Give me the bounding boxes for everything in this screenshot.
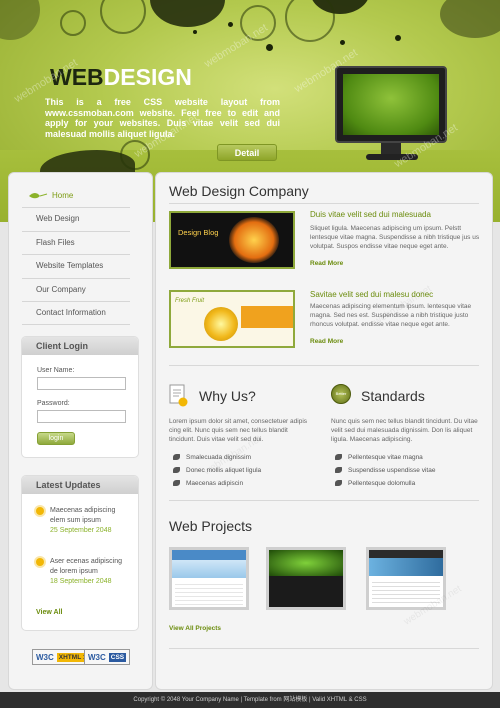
thumbnail-glow: [229, 217, 279, 263]
thumbnail-title: Design Blog: [178, 228, 219, 237]
update-text: Maecenas adipiscing elem sum ipsum: [50, 507, 116, 524]
dot-decoration: [228, 22, 233, 27]
username-field[interactable]: [37, 377, 126, 390]
project-header: [369, 550, 443, 558]
project-thumbnail[interactable]: [366, 547, 446, 610]
nav-item-contact[interactable]: Contact Information: [22, 302, 130, 326]
css-badge[interactable]: W3C CSS: [84, 649, 131, 665]
post-title[interactable]: Duis vitae velit sed dui malesuada: [310, 210, 431, 219]
password-label: Password:: [37, 400, 70, 407]
monitor-screen: [343, 74, 439, 135]
list-item: Maecenas adipiscin: [173, 477, 261, 490]
dot-decoration: [266, 44, 273, 51]
client-login-box: Client Login User Name: Password: login: [21, 336, 139, 458]
title-divider: [169, 203, 479, 204]
section-divider: [169, 365, 479, 366]
post-excerpt: Sliquet ligula. Maecenas adipiscing um i…: [310, 225, 480, 250]
project-header: [172, 550, 246, 560]
dot-decoration: [395, 35, 401, 41]
read-more-link[interactable]: Read More: [310, 338, 343, 345]
swirl-decoration: [60, 10, 86, 36]
project-thumbnail[interactable]: [169, 547, 249, 610]
why-us-list: Smalecuada dignissim Donec mollis alique…: [173, 451, 261, 490]
update-item[interactable]: Aser ecenas adipiscing de lorem ipsum 18…: [36, 557, 131, 587]
monitor-illustration: [335, 66, 447, 143]
username-label: User Name:: [37, 367, 75, 374]
list-item: Pellentesque vitae magna: [335, 451, 435, 464]
logo-part-2: DESIGN: [103, 64, 192, 90]
why-us-title: Why Us?: [199, 388, 256, 404]
update-text: Aser ecenas adipiscing de lorem ipsum: [50, 558, 122, 575]
standards-text: Nunc quis sem nec tellus blandit tincidu…: [331, 418, 478, 443]
intro-text: This is a free CSS website layout from w…: [45, 97, 280, 139]
nav-label: Home: [52, 191, 74, 200]
project-banner: [172, 560, 246, 578]
standards-badge-label: Better: [335, 391, 347, 396]
read-more-link[interactable]: Read More: [310, 260, 343, 267]
w3c-logo: W3C: [36, 652, 54, 662]
latest-updates-box: Latest Updates Maecenas adipiscing elem …: [21, 475, 139, 631]
post-thumbnail[interactable]: Design Blog: [169, 211, 295, 269]
nav-item-website-templates[interactable]: Website Templates: [22, 255, 130, 279]
page-title: Web Design Company: [169, 183, 309, 199]
swirl-decoration: [240, 5, 276, 41]
thumbnail-fruit: [204, 307, 238, 341]
update-date: 18 September 2048: [50, 578, 112, 585]
foliage-decoration: [150, 0, 225, 27]
project-banner: [369, 558, 443, 576]
list-item: Suspendisse uspendisse vitae: [335, 464, 435, 477]
view-all-updates-link[interactable]: View All: [36, 609, 62, 616]
standards-badge-icon: Better: [331, 384, 351, 404]
thumbnail-title: Fresh Fruit: [175, 298, 205, 304]
list-item: Pellentesque dolomulla: [335, 477, 435, 490]
project-thumbnail[interactable]: [266, 547, 346, 610]
sun-icon: [36, 558, 44, 566]
post-thumbnail[interactable]: Fresh Fruit: [169, 290, 295, 348]
view-all-projects-link[interactable]: View All Projects: [169, 625, 221, 632]
detail-button[interactable]: Detail: [217, 144, 277, 161]
list-item: Donec mollis aliquet ligula: [173, 464, 261, 477]
document-icon: [169, 384, 188, 407]
list-item: Smalecuada dignissim: [173, 451, 261, 464]
dot-decoration: [340, 40, 345, 45]
site-logo[interactable]: WEBDESIGN: [50, 64, 192, 91]
nav-item-home[interactable]: Home: [22, 185, 130, 209]
swirl-decoration: [120, 140, 150, 170]
sun-icon: [36, 507, 44, 515]
client-login-title: Client Login: [22, 337, 138, 355]
password-field[interactable]: [37, 410, 126, 423]
w3c-logo: W3C: [88, 652, 106, 662]
thumbnail-banner: [241, 306, 293, 328]
project-body: [175, 581, 243, 605]
nav-item-flash-files[interactable]: Flash Files: [22, 232, 130, 256]
logo-part-1: WEB: [50, 64, 104, 90]
project-banner: [269, 550, 343, 576]
swirl-decoration: [100, 0, 146, 34]
standards-title: Standards: [361, 388, 425, 404]
standards-list: Pellentesque vitae magna Suspendisse usp…: [335, 451, 435, 490]
dot-decoration: [193, 30, 197, 34]
latest-updates-title: Latest Updates: [22, 476, 138, 494]
post-title[interactable]: Savitae velit sed dui malesu donec: [310, 290, 433, 299]
leaf-icon: [29, 193, 48, 199]
badge-tag: CSS: [108, 652, 127, 662]
post-excerpt: Maecenas adipiscing elementum ipsum. len…: [310, 303, 472, 328]
nav-item-our-company[interactable]: Our Company: [22, 279, 130, 302]
nav-item-web-design[interactable]: Web Design: [22, 208, 130, 232]
project-body: [269, 576, 343, 607]
project-body: [372, 579, 440, 605]
footer: Copyright © 2048 Your Company Name | Tem…: [0, 692, 500, 708]
why-us-text: Lorem ipsum dolor sit amet, consectetuer…: [169, 418, 308, 443]
sidebar-nav: Home Web Design Flash Files Website Temp…: [22, 185, 130, 326]
swirl-decoration: [285, 0, 335, 42]
bottom-divider: [169, 648, 479, 649]
web-projects-title: Web Projects: [169, 518, 252, 534]
monitor-base: [366, 154, 418, 160]
login-button[interactable]: login: [37, 432, 75, 445]
section-divider: [169, 500, 479, 501]
foliage-decoration: [0, 0, 40, 40]
update-item[interactable]: Maecenas adipiscing elem sum ipsum 25 Se…: [36, 506, 131, 536]
update-date: 25 September 2048: [50, 527, 112, 534]
foliage-decoration: [440, 0, 500, 38]
